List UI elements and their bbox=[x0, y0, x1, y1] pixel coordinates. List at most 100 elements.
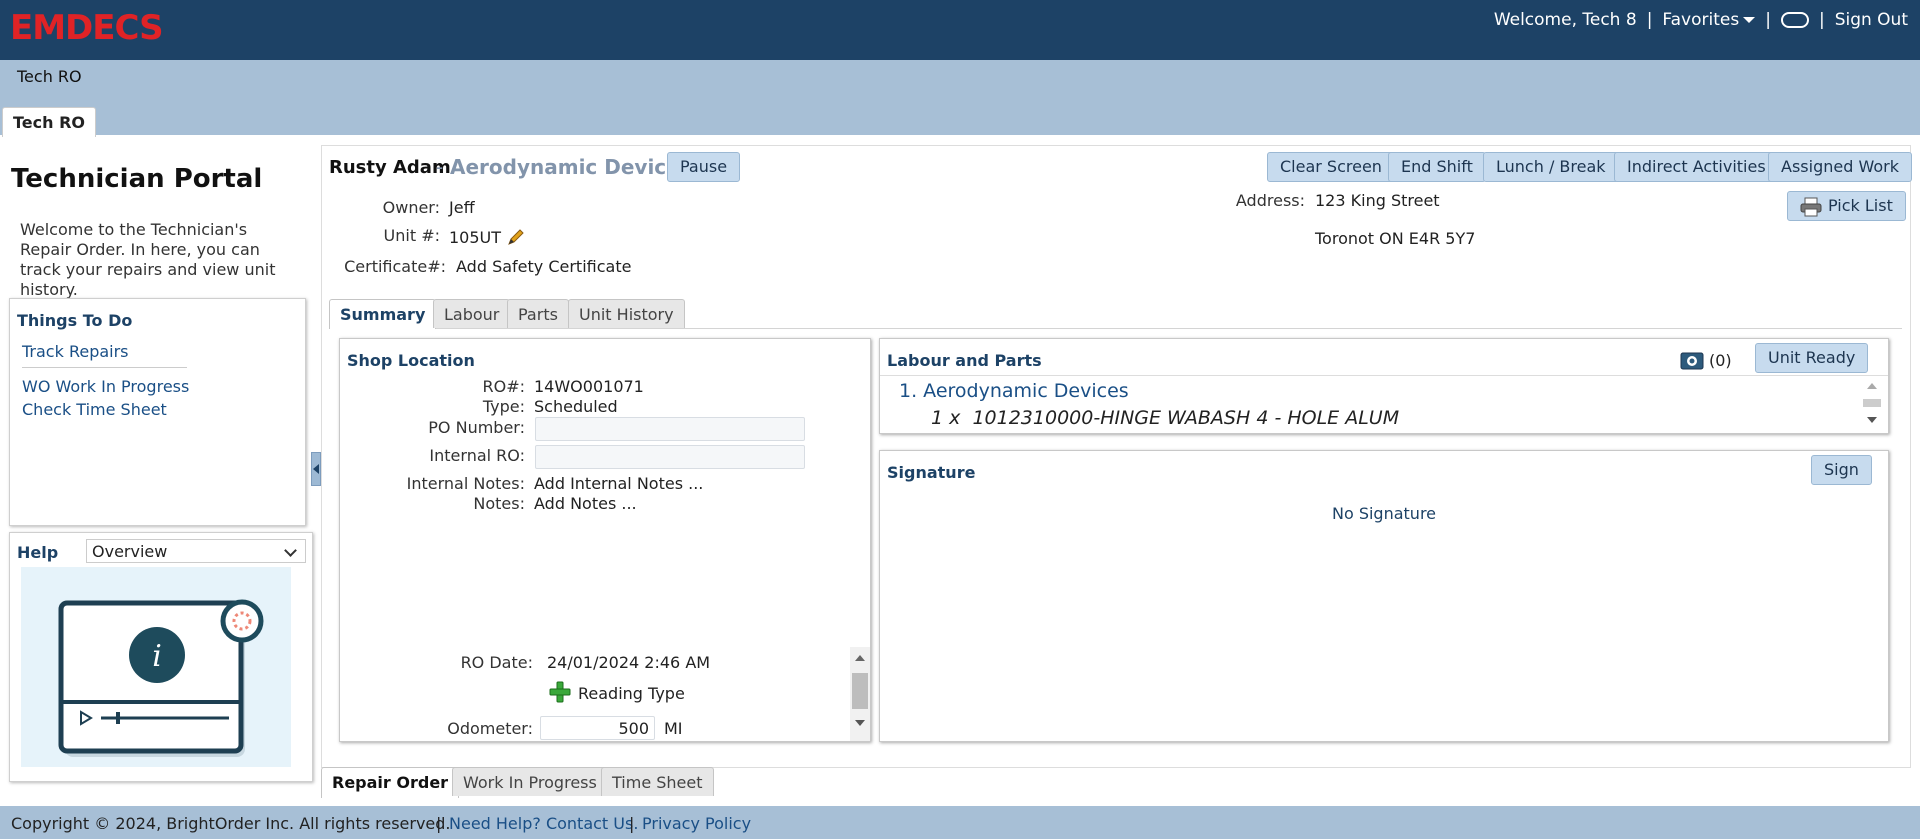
tab-unit-history[interactable]: Unit History bbox=[568, 299, 685, 328]
indirect-activities-button[interactable]: Indirect Activities bbox=[1614, 152, 1779, 182]
tab-time-sheet[interactable]: Time Sheet bbox=[601, 767, 714, 796]
collapse-sidebar-handle[interactable] bbox=[311, 452, 321, 486]
copyright-text: Copyright © 2024, BrightOrder Inc. All r… bbox=[11, 814, 451, 833]
subbar-title: Tech RO bbox=[17, 67, 82, 86]
privacy-policy-link[interactable]: Privacy Policy bbox=[642, 814, 751, 833]
signature-title: Signature bbox=[887, 463, 976, 482]
address-line-1: 123 King Street bbox=[1315, 191, 1440, 210]
scroll-up-icon[interactable] bbox=[1867, 383, 1877, 389]
scroll-down-icon[interactable] bbox=[855, 720, 865, 726]
labour-and-parts-panel: Labour and Parts (0) Unit Ready 1. Aerod… bbox=[879, 338, 1889, 434]
unit-ready-button[interactable]: Unit Ready bbox=[1755, 343, 1869, 373]
tab-work-in-progress[interactable]: Work In Progress bbox=[452, 767, 608, 796]
title-dash: - bbox=[436, 155, 444, 179]
internal-notes-label: Internal Notes: bbox=[406, 474, 525, 493]
signature-panel: Signature Sign No Signature bbox=[879, 450, 1889, 742]
favorites-label: Favorites bbox=[1662, 10, 1740, 30]
chat-icon[interactable] bbox=[1780, 12, 1809, 28]
edit-pencil-icon[interactable] bbox=[506, 227, 526, 247]
add-notes-link[interactable]: Add Notes ... bbox=[534, 494, 637, 513]
scroll-down-icon[interactable] bbox=[1867, 417, 1877, 423]
help-panel: Help Overview i bbox=[9, 532, 313, 782]
header-separator: | bbox=[1765, 10, 1771, 30]
type-label: Type: bbox=[482, 397, 525, 416]
lunch-break-button[interactable]: Lunch / Break bbox=[1483, 152, 1619, 182]
sign-button[interactable]: Sign bbox=[1811, 455, 1872, 485]
favorites-menu[interactable]: Favorites bbox=[1662, 10, 1756, 30]
pick-list-button[interactable]: Pick List bbox=[1787, 191, 1906, 221]
wo-work-in-progress-link[interactable]: WO Work In Progress bbox=[22, 377, 189, 396]
portal-title: Technician Portal bbox=[11, 164, 263, 194]
portal-description: Welcome to the Technician's Repair Order… bbox=[20, 220, 276, 299]
labour-item-link[interactable]: 1. Aerodynamic Devices bbox=[899, 380, 1129, 402]
things-to-do-panel: Things To Do Track Repairs WO Work In Pr… bbox=[9, 298, 306, 526]
tab-parts[interactable]: Parts bbox=[507, 299, 569, 328]
odometer-label: Odometer: bbox=[447, 719, 533, 738]
labour-parts-scrollbar[interactable] bbox=[1862, 377, 1882, 431]
tab-repair-order[interactable]: Repair Order bbox=[321, 767, 460, 798]
add-internal-notes-link[interactable]: Add Internal Notes ... bbox=[534, 474, 703, 493]
pick-list-label: Pick List bbox=[1828, 196, 1893, 215]
reading-type-label: Reading Type bbox=[578, 684, 685, 703]
need-help-link[interactable]: Need Help? Contact Us. bbox=[449, 814, 638, 833]
ro-date-label: RO Date: bbox=[460, 653, 533, 672]
internal-ro-label: Internal RO: bbox=[429, 446, 525, 465]
job-name: Aerodynamic Devices bbox=[450, 155, 692, 179]
signature-status: No Signature bbox=[1331, 504, 1437, 523]
notes-label: Notes: bbox=[473, 494, 525, 513]
address-line-2: Toronot ON E4R 5Y7 bbox=[1315, 229, 1476, 248]
caret-down-icon bbox=[1743, 17, 1756, 23]
add-plus-icon[interactable] bbox=[549, 681, 571, 703]
logo-text: EMDECS bbox=[10, 8, 164, 48]
tab-tech-ro[interactable]: Tech RO bbox=[2, 107, 97, 137]
certificate-label: Certificate#: bbox=[344, 257, 446, 276]
help-title: Help bbox=[17, 543, 59, 562]
shop-location-title: Shop Location bbox=[347, 351, 475, 370]
pause-button[interactable]: Pause bbox=[667, 152, 741, 182]
unit-label: Unit #: bbox=[383, 226, 440, 245]
address-label: Address: bbox=[1235, 191, 1305, 210]
video-player-icon: i bbox=[58, 599, 264, 757]
app-header: EMDECS Welcome, Tech 8 | Favorites | | S… bbox=[0, 0, 1920, 60]
ro-number-link[interactable]: 14WO001071 bbox=[534, 377, 644, 396]
help-video-thumbnail[interactable]: i bbox=[21, 567, 291, 767]
ro-date-value: 24/01/2024 2:46 AM bbox=[547, 653, 711, 672]
labour-and-parts-title: Labour and Parts bbox=[887, 351, 1042, 370]
things-to-do-title: Things To Do bbox=[17, 311, 133, 330]
po-number-label: PO Number: bbox=[428, 418, 525, 437]
owner-label: Owner: bbox=[382, 198, 440, 217]
type-link[interactable]: Scheduled bbox=[534, 397, 618, 416]
internal-ro-input[interactable] bbox=[535, 445, 805, 469]
footer: Copyright © 2024, BrightOrder Inc. All r… bbox=[0, 807, 1920, 839]
svg-text:i: i bbox=[152, 639, 162, 674]
logo[interactable]: EMDECS bbox=[10, 8, 164, 48]
end-shift-button[interactable]: End Shift bbox=[1388, 152, 1486, 182]
odometer-value: 500 bbox=[618, 719, 649, 738]
camera-icon[interactable] bbox=[1680, 350, 1704, 370]
unit-number-link[interactable]: 105UT bbox=[449, 228, 501, 247]
po-number-input[interactable] bbox=[535, 417, 805, 441]
footer-separator: | bbox=[629, 814, 635, 833]
header-links: Welcome, Tech 8 | Favorites | | Sign Out bbox=[1494, 10, 1908, 30]
technician-name: Rusty Adam bbox=[329, 157, 451, 178]
scroll-up-icon[interactable] bbox=[855, 655, 865, 661]
shop-scrollbar[interactable] bbox=[850, 647, 870, 741]
check-time-sheet-link[interactable]: Check Time Sheet bbox=[22, 400, 167, 419]
track-repairs-link[interactable]: Track Repairs bbox=[22, 342, 129, 361]
part-item-detail: 1 x 1012310000-HINGE WABASH 4 - HOLE ALU… bbox=[931, 407, 1400, 429]
help-topic-select[interactable]: Overview bbox=[86, 539, 306, 563]
shop-location-panel: Shop Location RO#: 14WO001071 Type: Sche… bbox=[339, 338, 871, 742]
tab-summary[interactable]: Summary bbox=[329, 299, 437, 329]
divider bbox=[22, 367, 187, 368]
clear-screen-button[interactable]: Clear Screen bbox=[1267, 152, 1395, 182]
add-safety-certificate-link[interactable]: Add Safety Certificate bbox=[456, 257, 631, 276]
assigned-work-button[interactable]: Assigned Work bbox=[1768, 152, 1912, 182]
tab-labour[interactable]: Labour bbox=[433, 299, 511, 328]
tabs-underline bbox=[329, 328, 1902, 329]
scroll-thumb[interactable] bbox=[852, 673, 868, 709]
printer-icon bbox=[1800, 197, 1822, 217]
scroll-thumb[interactable] bbox=[1863, 399, 1881, 407]
header-separator: | bbox=[1646, 10, 1653, 30]
odometer-input[interactable]: 500 bbox=[540, 716, 655, 740]
sign-out-link[interactable]: Sign Out bbox=[1835, 10, 1908, 30]
